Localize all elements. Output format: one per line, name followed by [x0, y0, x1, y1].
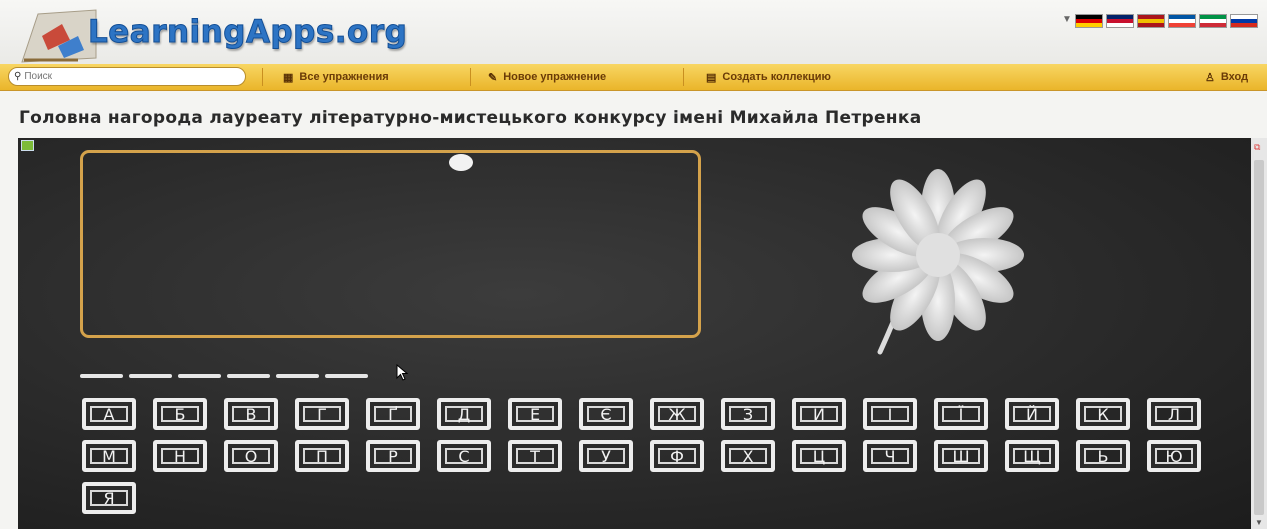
letter-blank	[80, 374, 123, 378]
letter-key[interactable]: Й	[1005, 398, 1059, 430]
new-exercise-label: Новое упражнение	[503, 71, 607, 83]
scroll-down-icon[interactable]: ▼	[1255, 518, 1263, 527]
letter-key[interactable]: М	[82, 440, 136, 472]
slider-handle[interactable]	[449, 154, 473, 171]
letter-key[interactable]: Х	[721, 440, 775, 472]
letter-key[interactable]: Ї	[934, 398, 988, 430]
italian-flag-icon[interactable]	[1199, 14, 1227, 28]
german-flag-icon[interactable]	[1075, 14, 1103, 28]
new-exercise-link[interactable]: ✎ Новое упражнение	[488, 64, 606, 90]
letter-key[interactable]: Щ	[1005, 440, 1059, 472]
letter-key[interactable]: Г	[295, 398, 349, 430]
all-exercises-link[interactable]: ▦ Все упражнения	[283, 64, 389, 90]
create-collection-link[interactable]: ▤ Создать коллекцию	[706, 64, 831, 90]
letter-blank	[129, 374, 172, 378]
language-dropdown-icon[interactable]: ▼	[1062, 14, 1072, 25]
letter-key[interactable]: Ш	[934, 440, 988, 472]
toolbar-divider	[683, 68, 684, 86]
letter-key[interactable]: Н	[153, 440, 207, 472]
user-icon: ♙	[1205, 71, 1215, 84]
search-input[interactable]	[24, 71, 225, 82]
site-header: LearningApps.org ▼	[0, 0, 1267, 68]
gallows-drawing-area	[80, 150, 701, 338]
spanish-flag-icon[interactable]	[1137, 14, 1165, 28]
fullscreen-icon[interactable]	[21, 140, 34, 151]
flower-icon	[852, 169, 1024, 355]
mouse-cursor-icon	[396, 364, 409, 381]
uk-flag-icon[interactable]	[1106, 14, 1134, 28]
letter-key[interactable]: О	[224, 440, 278, 472]
scrollbar[interactable]: ⧉ ▼	[1251, 138, 1267, 529]
collection-icon: ▤	[706, 71, 717, 84]
letter-key[interactable]: В	[224, 398, 278, 430]
word-blanks	[80, 374, 368, 378]
letter-key[interactable]: Е	[508, 398, 562, 430]
page-title: Головна нагорода лауреату літературно-ми…	[19, 108, 922, 128]
letter-key[interactable]: А	[82, 398, 136, 430]
letter-key[interactable]: Д	[437, 398, 491, 430]
letter-key[interactable]: І	[863, 398, 917, 430]
logo-text[interactable]: LearningApps.org	[87, 14, 407, 51]
grid-icon: ▦	[283, 71, 294, 84]
pencil-icon: ✎	[488, 71, 498, 84]
letter-key[interactable]: У	[579, 440, 633, 472]
search-icon: ⚲	[14, 71, 22, 82]
login-label: Вход	[1220, 71, 1249, 83]
letter-blank	[325, 374, 368, 378]
create-collection-label: Создать коллекцию	[722, 71, 831, 83]
letter-key[interactable]: Ю	[1147, 440, 1201, 472]
toolbar-divider	[262, 68, 263, 86]
letter-key[interactable]: Є	[579, 398, 633, 430]
letter-blank	[227, 374, 270, 378]
game-board: АБВГҐДЕЄЖЗИІЇЙКЛ МНОПРСТУФХЦЧШЩЬЮ Я ⧉ ▼	[18, 138, 1267, 529]
letter-key[interactable]: Т	[508, 440, 562, 472]
letter-key[interactable]: П	[295, 440, 349, 472]
search-box[interactable]: ⚲	[8, 67, 246, 86]
expand-icon[interactable]: ⧉	[1254, 142, 1260, 153]
letter-key[interactable]: З	[721, 398, 775, 430]
all-exercises-label: Все упражнения	[299, 71, 389, 83]
russian-flag-icon[interactable]	[1230, 14, 1258, 28]
letter-key[interactable]: Ж	[650, 398, 704, 430]
main-toolbar: ⚲ ▦ Все упражнения ✎ Новое упражнение ▤ …	[0, 64, 1267, 91]
french-flag-icon[interactable]	[1168, 14, 1196, 28]
login-link[interactable]: ♙ Вход	[1205, 64, 1248, 90]
toolbar-divider	[470, 68, 471, 86]
letter-key[interactable]: Ч	[863, 440, 917, 472]
letter-key[interactable]: Ь	[1076, 440, 1130, 472]
letter-blank	[276, 374, 319, 378]
letter-key[interactable]: И	[792, 398, 846, 430]
letter-key[interactable]: Я	[82, 482, 136, 514]
letter-key[interactable]: С	[437, 440, 491, 472]
letter-key[interactable]: Ф	[650, 440, 704, 472]
letter-blank	[178, 374, 221, 378]
letter-key[interactable]: Ґ	[366, 398, 420, 430]
letter-key[interactable]: Б	[153, 398, 207, 430]
scrollbar-thumb[interactable]	[1254, 160, 1264, 515]
letter-key[interactable]: Ц	[792, 440, 846, 472]
language-flags	[1075, 14, 1258, 28]
letter-key[interactable]: Л	[1147, 398, 1201, 430]
letter-key[interactable]: К	[1076, 398, 1130, 430]
letter-key[interactable]: Р	[366, 440, 420, 472]
